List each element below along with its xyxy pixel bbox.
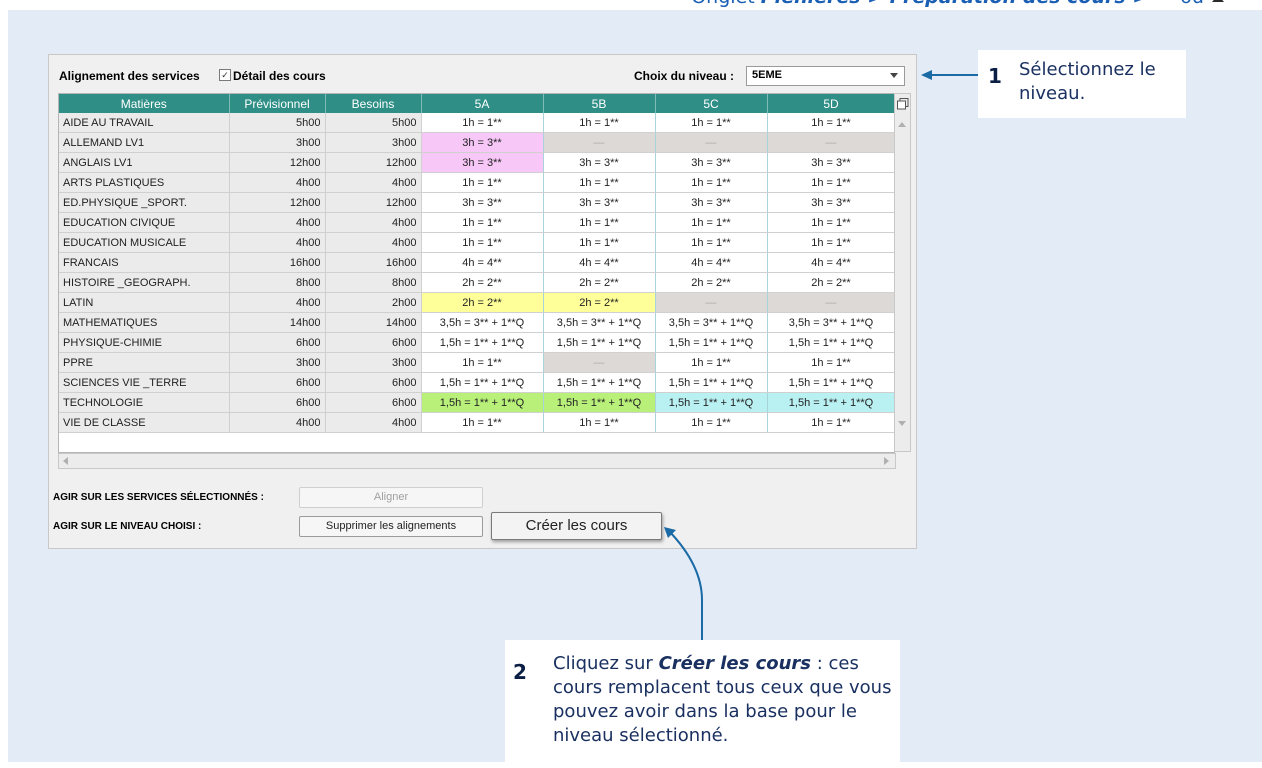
step2-text: Cliquez sur Créer les cours : ces cours …	[553, 652, 898, 748]
step1-text: Sélectionnez le niveau.	[1019, 59, 1156, 104]
callout-step1: 1 Sélectionnez le niveau.	[978, 50, 1186, 118]
callout-step2: 2 Cliquez sur Créer les cours : ces cour…	[505, 640, 900, 768]
step2-bold: Créer les cours	[658, 653, 812, 674]
step1-number: 1	[988, 64, 1002, 88]
step2-text-before: Cliquez sur	[553, 653, 659, 674]
step2-number: 2	[513, 660, 527, 684]
